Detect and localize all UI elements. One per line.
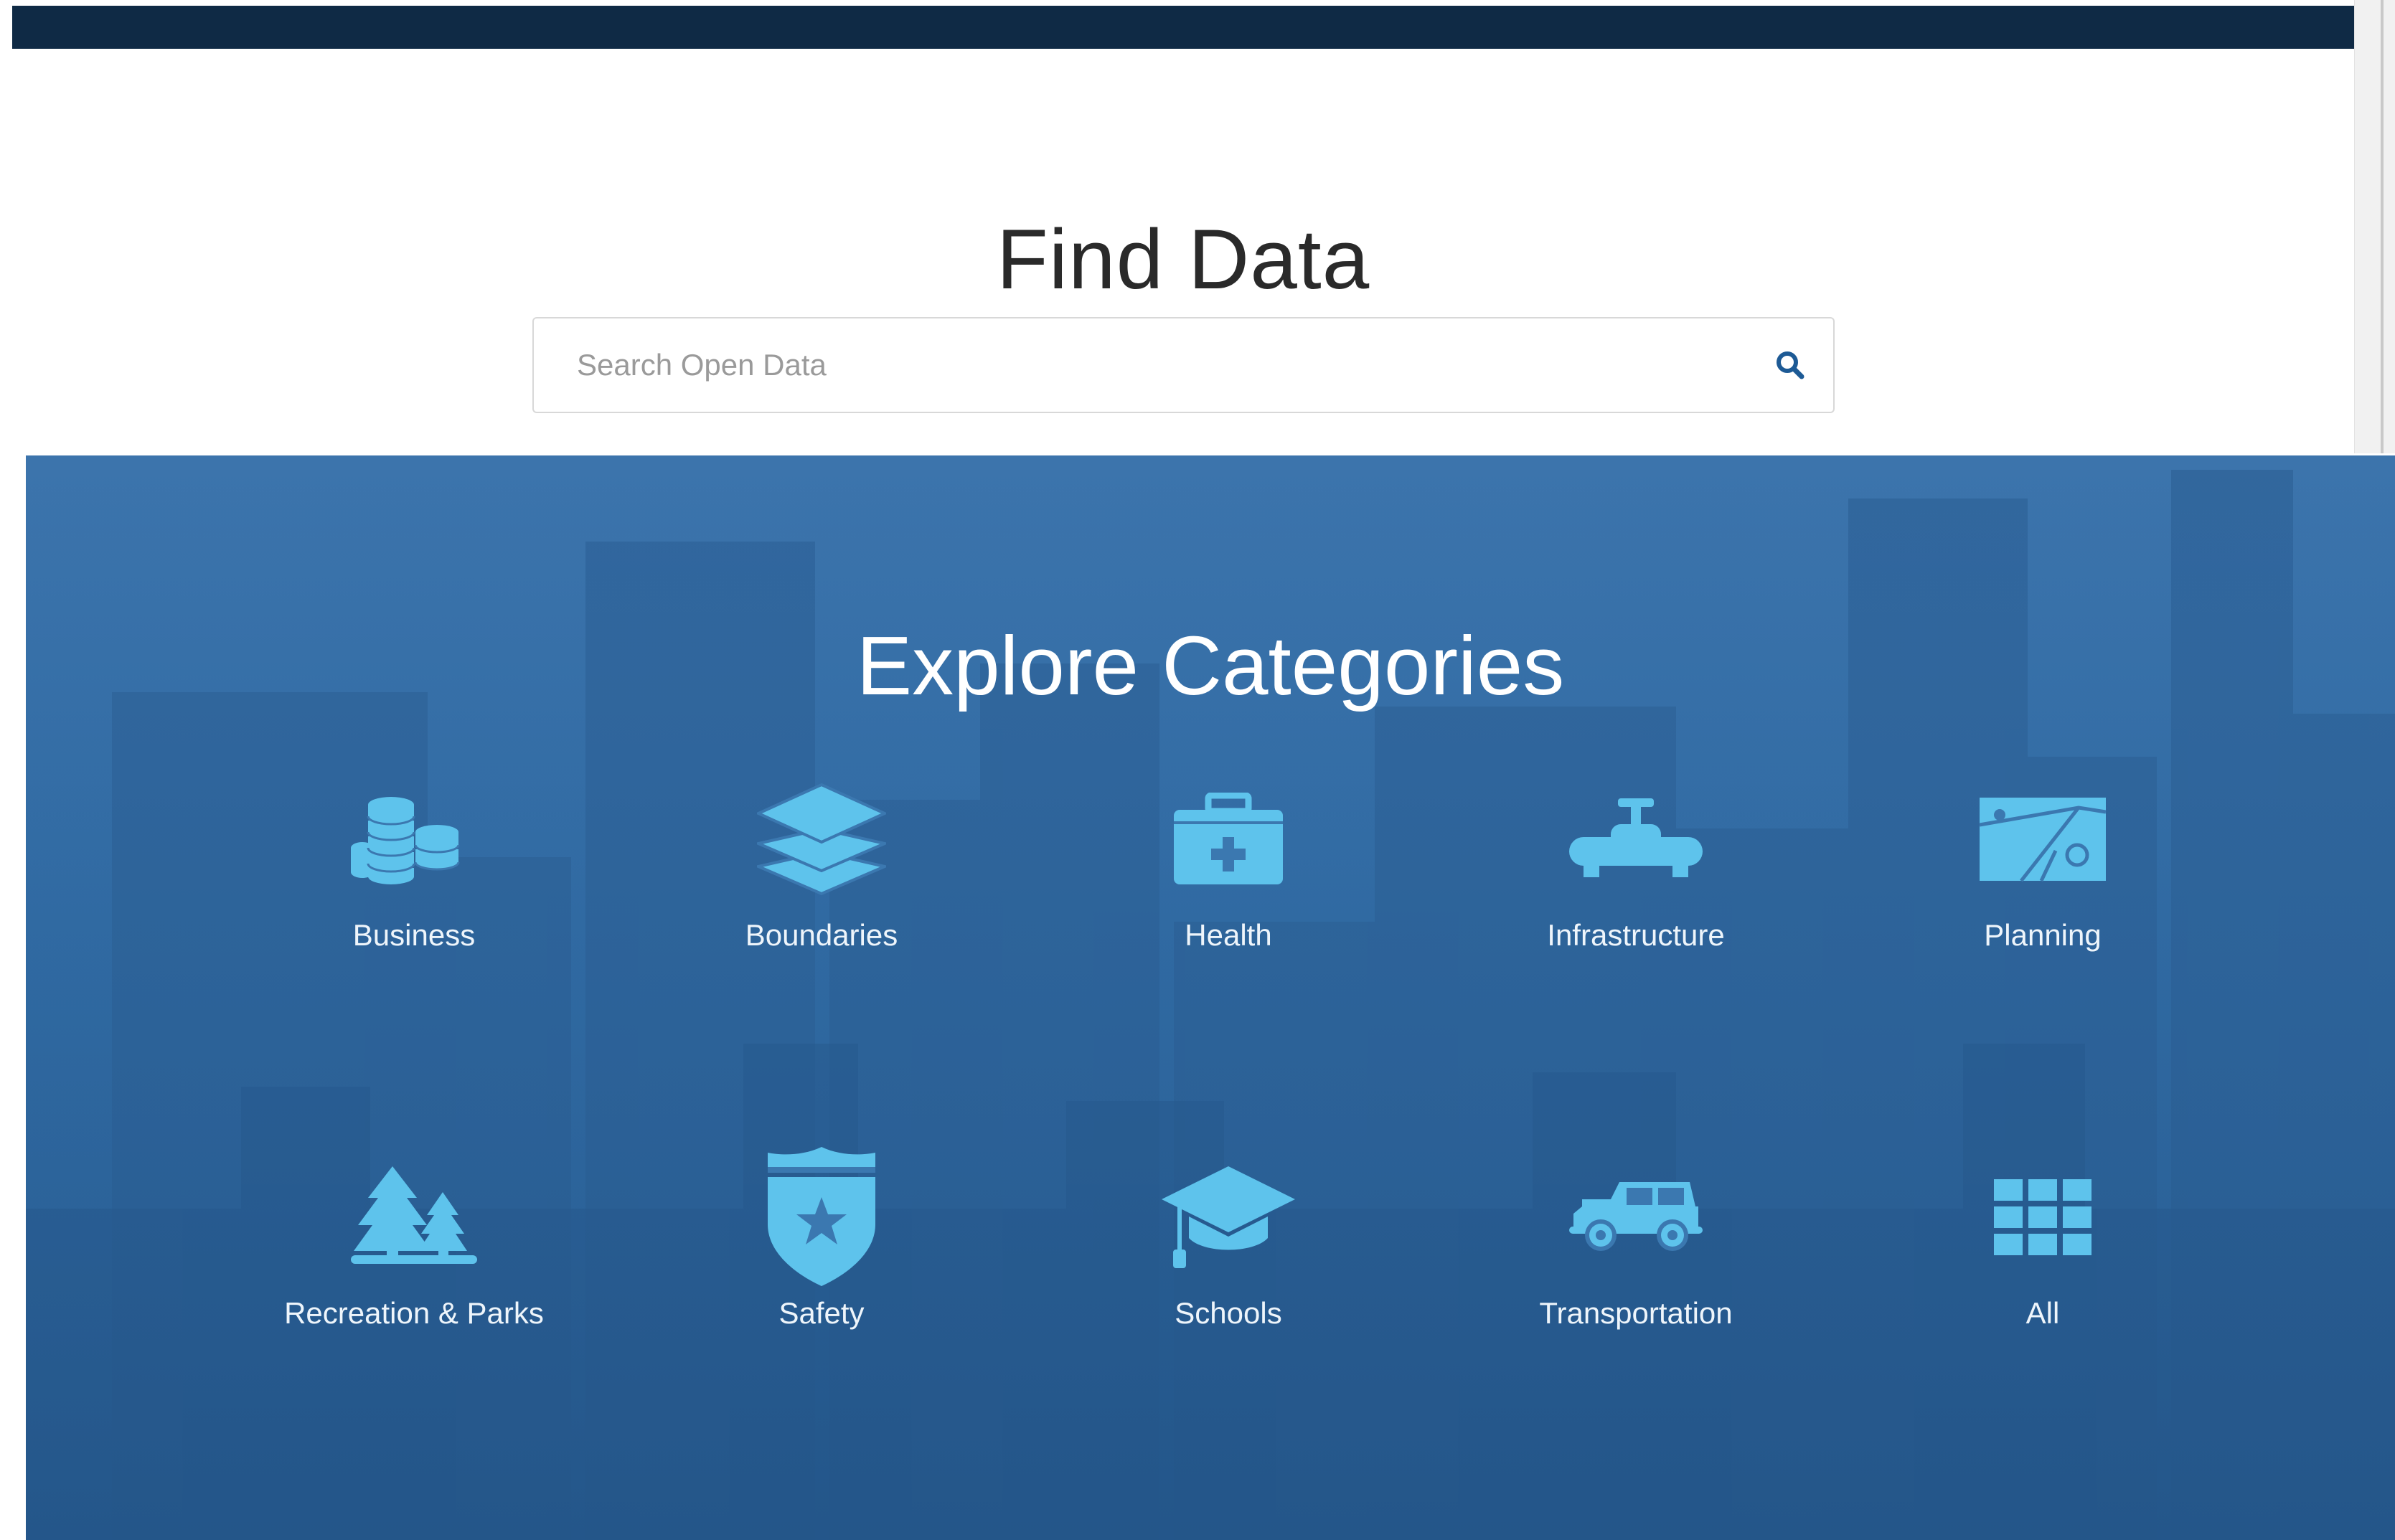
category-recreation-parks[interactable]: Recreation & Parks [227, 1153, 601, 1368]
jeep-icon [1569, 1182, 1703, 1251]
map-icon [1979, 798, 2107, 882]
category-health[interactable]: Health [1042, 775, 1415, 990]
police-badge-icon [768, 1147, 875, 1286]
category-safety[interactable]: Safety [635, 1147, 1008, 1368]
search-button[interactable] [1747, 318, 1833, 412]
category-schools[interactable]: Schools [1042, 1153, 1415, 1368]
water-valve-icon [1569, 798, 1703, 877]
top-header-strip [12, 6, 2354, 49]
find-data-title: Find Data [996, 212, 1370, 308]
category-label: Business [352, 918, 476, 952]
category-label: Transportation [1539, 1296, 1733, 1330]
category-planning[interactable]: Planning [1856, 775, 2229, 990]
category-label: Boundaries [745, 918, 898, 952]
category-transportation[interactable]: Transportation [1449, 1153, 1822, 1368]
explore-categories-section: Explore Categories Business Boundaries H… [26, 455, 2395, 1540]
search-input[interactable] [534, 318, 1747, 412]
category-business[interactable]: Business [227, 775, 601, 990]
explore-categories-title: Explore Categories [856, 619, 1565, 713]
category-label: Planning [1984, 918, 2102, 952]
search-icon [1777, 351, 1805, 379]
search-box [532, 317, 1835, 413]
medical-kit-icon [1174, 793, 1283, 884]
trees-icon [351, 1166, 477, 1264]
grid-icon [1994, 1179, 2091, 1255]
category-infrastructure[interactable]: Infrastructure [1449, 775, 1822, 990]
page: Find Data Search Open Data Explore Categ… [0, 0, 2395, 1540]
category-label: Infrastructure [1547, 918, 1725, 952]
coins-icon [351, 797, 460, 884]
layers-icon [757, 783, 886, 896]
category-label: Schools [1175, 1296, 1282, 1330]
category-all[interactable]: All [1856, 1153, 2229, 1368]
category-label: Safety [778, 1296, 865, 1330]
category-label: Health [1185, 918, 1272, 952]
category-boundaries[interactable]: Boundaries [635, 775, 1008, 990]
scrollbar-thumb[interactable] [2381, 0, 2384, 453]
graduation-cap-icon [1162, 1166, 1295, 1268]
category-label: All [2025, 1296, 2060, 1330]
category-label: Recreation & Parks [284, 1296, 544, 1330]
